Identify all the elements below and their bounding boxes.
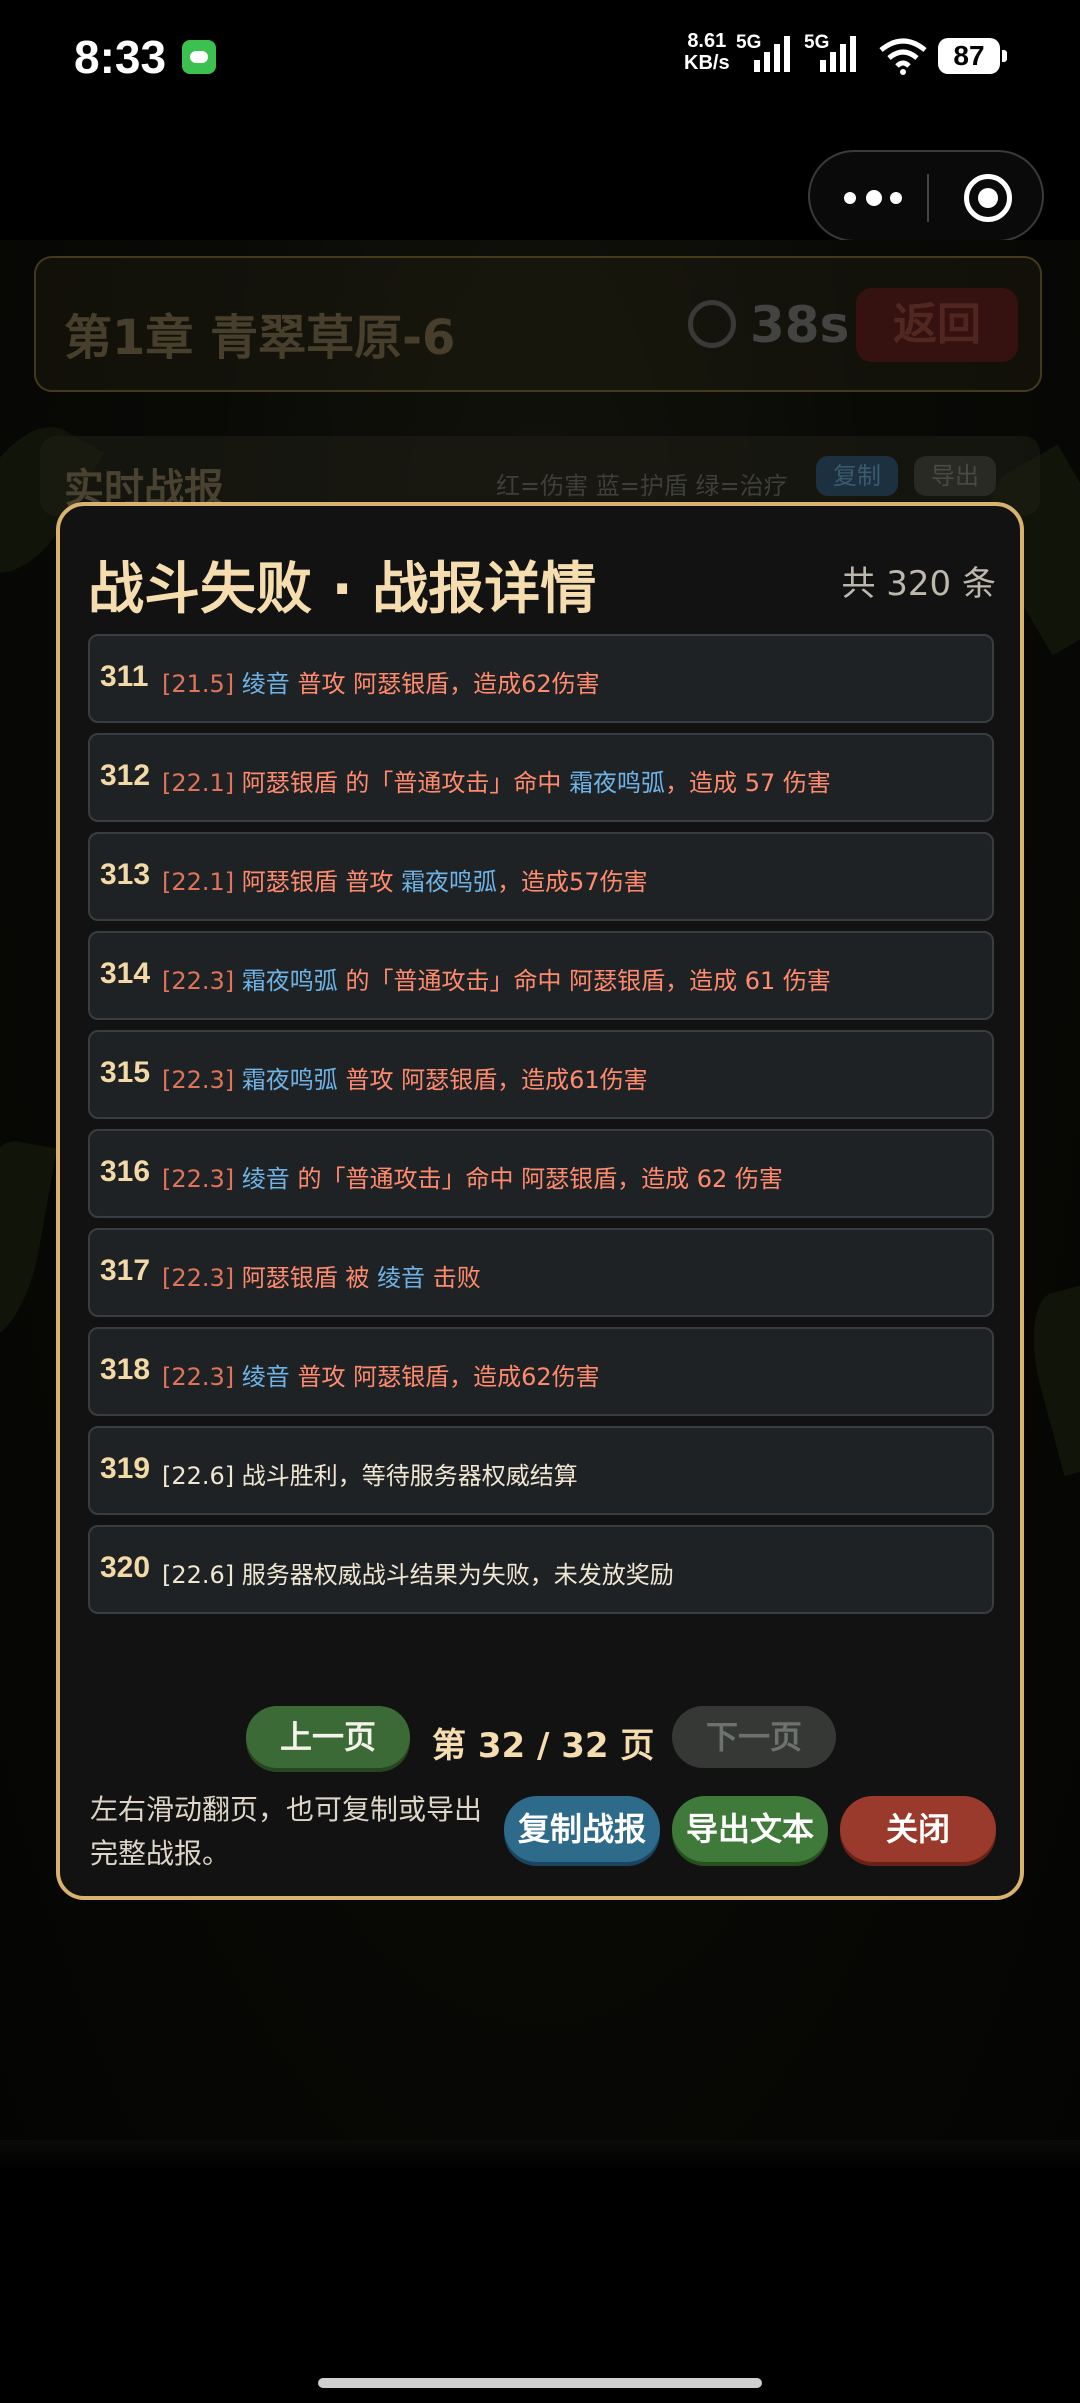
log-entry: 320 [22.6] 服务器权威战斗结果为失败，未发放奖励 [88, 1525, 994, 1614]
close-button[interactable]: 关闭 [840, 1796, 996, 1862]
capsule-divider [927, 174, 929, 222]
miniprogram-capsule [808, 150, 1044, 242]
battle-log-list[interactable]: 311 [21.5] 绫音 普攻 阿瑟银盾，造成62伤害 312 [22.1] … [88, 634, 994, 1624]
home-indicator[interactable] [318, 2378, 762, 2388]
log-entry: 317 [22.3] 阿瑟银盾 被 绫音 击败 [88, 1228, 994, 1317]
log-entry: 316 [22.3] 绫音 的「普通攻击」命中 阿瑟银盾，造成 62 伤害 [88, 1129, 994, 1218]
entry-text: [22.3] 阿瑟银盾 被 绫音 击败 [162, 1264, 481, 1292]
entry-number: 311 [100, 660, 149, 693]
log-entry: 319 [22.6] 战斗胜利，等待服务器权威结算 [88, 1426, 994, 1515]
battle-report-dialog: 战斗失败 · 战报详情 共 320 条 311 [21.5] 绫音 普攻 阿瑟银… [56, 502, 1024, 1900]
chapter-title: 第1章 青翠草原-6 [64, 310, 456, 366]
net-speed: 8.61 KB/s [684, 30, 730, 74]
next-page-button[interactable]: 下一页 [672, 1706, 836, 1768]
entry-number: 317 [100, 1254, 151, 1287]
status-time: 8:33 [74, 31, 167, 83]
entry-number: 318 [100, 1353, 151, 1386]
entry-number: 312 [100, 759, 151, 792]
net-speed-unit: KB/s [684, 52, 730, 74]
status-bar: 8:33 8.61 KB/s 5G 5G 87 [0, 0, 1080, 115]
report-copy-button[interactable]: 复制 [816, 456, 898, 496]
net-speed-value: 8.61 [687, 30, 727, 52]
entry-text: [22.3] 绫音 普攻 阿瑟银盾，造成62伤害 [162, 1363, 600, 1391]
chapter-header: 第1章 青翠草原-6 38s 返回 [34, 256, 1042, 392]
entry-number: 314 [100, 957, 151, 990]
entry-number: 316 [100, 1155, 151, 1188]
entry-count: 共 320 条 [841, 564, 996, 604]
copy-report-button[interactable]: 复制战报 [504, 1796, 660, 1862]
entry-text: [22.3] 霜夜鸣弧 普攻 阿瑟银盾，造成61伤害 [162, 1066, 648, 1094]
log-entry: 311 [21.5] 绫音 普攻 阿瑟银盾，造成62伤害 [88, 634, 994, 723]
entry-number: 315 [100, 1056, 151, 1089]
battery-indicator: 87 [938, 38, 1007, 74]
more-options-icon[interactable] [844, 180, 914, 216]
entry-text: [22.1] 阿瑟银盾 的「普通攻击」命中 霜夜鸣弧，造成 57 伤害 [162, 769, 831, 797]
entry-text: [22.1] 阿瑟银盾 普攻 霜夜鸣弧，造成57伤害 [162, 868, 648, 896]
signal-icon [820, 36, 856, 72]
page-indicator: 第 32 / 32 页 [432, 1726, 655, 1766]
entry-text: [22.6] 服务器权威战斗结果为失败，未发放奖励 [162, 1561, 674, 1589]
log-entry: 313 [22.1] 阿瑟银盾 普攻 霜夜鸣弧，造成57伤害 [88, 832, 994, 921]
pagination: 上一页 第 32 / 32 页 下一页 [60, 1706, 1020, 1768]
entry-number: 320 [100, 1551, 151, 1584]
prev-page-button[interactable]: 上一页 [246, 1706, 410, 1768]
entry-text: [22.3] 绫音 的「普通攻击」命中 阿瑟银盾，造成 62 伤害 [162, 1165, 783, 1193]
log-entry: 315 [22.3] 霜夜鸣弧 普攻 阿瑟银盾，造成61伤害 [88, 1030, 994, 1119]
log-entry: 312 [22.1] 阿瑟银盾 的「普通攻击」命中 霜夜鸣弧，造成 57 伤害 [88, 733, 994, 822]
log-entry: 314 [22.3] 霜夜鸣弧 的「普通攻击」命中 阿瑟银盾，造成 61 伤害 [88, 931, 994, 1020]
entry-number: 319 [100, 1452, 151, 1485]
signal-icon [754, 36, 790, 72]
game-bottom-edge [0, 2140, 1080, 2170]
back-button[interactable]: 返回 [856, 288, 1018, 362]
exit-miniprogram-icon[interactable] [964, 174, 1012, 222]
stopwatch-icon [688, 300, 736, 348]
wifi-icon [879, 38, 927, 75]
swipe-hint: 左右滑动翻页，也可复制或导出完整战报。 [90, 1793, 483, 1870]
entry-text: [22.3] 霜夜鸣弧 的「普通攻击」命中 阿瑟银盾，造成 61 伤害 [162, 967, 831, 995]
entry-text: [21.5] 绫音 普攻 阿瑟银盾，造成62伤害 [162, 670, 600, 698]
export-text-button[interactable]: 导出文本 [672, 1796, 828, 1862]
entry-text: [22.6] 战斗胜利，等待服务器权威结算 [162, 1462, 578, 1490]
wechat-notification-icon [182, 40, 216, 74]
dialog-title: 战斗失败 · 战报详情 [88, 557, 597, 622]
battle-timer: 38s [750, 296, 850, 354]
entry-number: 313 [100, 858, 151, 891]
log-entry: 318 [22.3] 绫音 普攻 阿瑟银盾，造成62伤害 [88, 1327, 994, 1416]
report-export-button[interactable]: 导出 [914, 456, 996, 496]
color-legend: 红=伤害 蓝=护盾 绿=治疗 [496, 472, 788, 500]
